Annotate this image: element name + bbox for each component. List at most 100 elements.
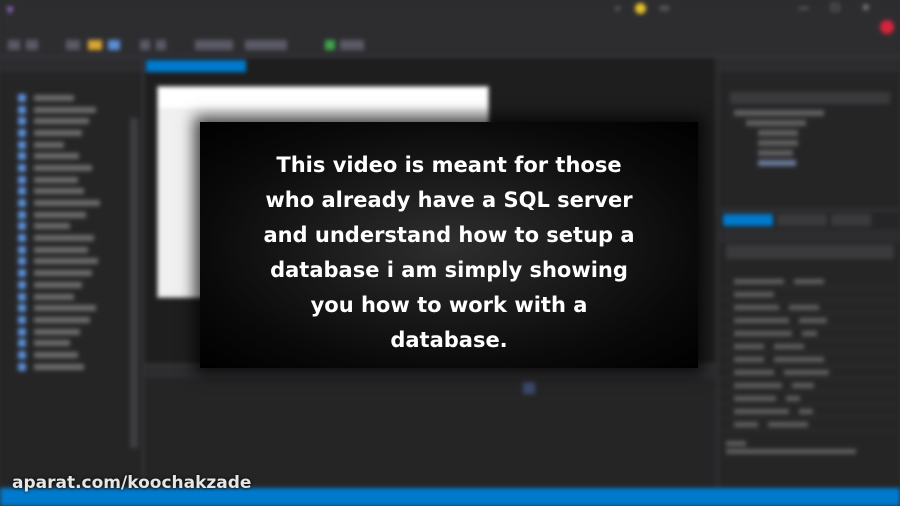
toolbox-item[interactable] [0,115,142,127]
toolbox-item[interactable] [0,279,142,291]
notification-icon[interactable] [634,3,646,14]
toolbar [0,36,900,57]
open-folder-icon[interactable] [88,40,102,50]
toolbox-item[interactable] [0,209,142,221]
property-row[interactable] [720,288,900,301]
toolbox-item[interactable] [0,104,142,116]
toolbox-item-label [34,200,100,207]
configuration-dropdown[interactable] [195,40,233,50]
property-name [734,317,789,323]
toolbox-item[interactable] [0,326,142,338]
toolbox-item-label [34,188,84,195]
toolbox-item[interactable] [0,150,142,162]
undo-icon[interactable] [140,40,150,50]
maximize-icon[interactable]: ☐ [831,3,840,14]
output-toolbar-icon[interactable] [523,382,535,394]
toolbox-item[interactable] [0,221,142,233]
property-name [734,330,792,336]
solution-explorer-panel [720,58,900,208]
toolbox-item[interactable] [0,314,142,326]
property-row[interactable] [720,405,900,418]
control-icon [18,315,26,324]
start-icon[interactable] [325,40,335,50]
toolbox-item[interactable] [0,361,142,373]
toolbox-item[interactable] [0,244,142,256]
toolbox-item[interactable] [0,127,142,139]
property-row[interactable] [720,314,900,327]
toolbox-item[interactable] [0,174,142,186]
solution-explorer-search[interactable] [730,92,890,104]
property-row[interactable] [720,301,900,314]
tab-team-explorer[interactable] [777,214,827,226]
toolbox-item-label [34,246,88,253]
tab-class-view[interactable] [831,214,871,226]
control-icon [18,140,26,149]
toolbox-item-label [34,293,74,300]
control-icon [18,362,26,371]
toolbox-item[interactable] [0,302,142,314]
toolbox-item[interactable] [0,232,142,244]
toolbox-item-label [34,351,78,358]
control-icon [18,339,26,348]
close-icon[interactable]: ✕ [862,3,870,14]
forward-icon[interactable] [26,40,38,50]
toolbox-search[interactable] [0,72,142,92]
control-icon [18,163,26,172]
tab-form-designer[interactable] [146,60,246,72]
toolbox-item[interactable] [0,349,142,361]
property-row[interactable] [720,327,900,340]
property-row[interactable] [720,392,900,405]
minimize-icon[interactable]: — [799,3,809,14]
filter-icon[interactable]: ⌕ [615,3,621,14]
tree-item[interactable] [734,110,824,116]
toolbox-item[interactable] [0,92,142,104]
tree-item[interactable] [758,160,796,166]
property-name [734,408,789,414]
control-icon [18,292,26,301]
tab-solution-explorer[interactable] [723,214,773,226]
start-button[interactable] [340,40,364,50]
toolbox-item[interactable] [0,267,142,279]
property-value [789,304,819,310]
account-badge-icon[interactable] [880,20,894,34]
tree-item[interactable] [746,120,806,126]
toolbox-item[interactable] [0,256,142,268]
property-value [792,382,814,388]
toolbox-item[interactable] [0,139,142,151]
window-controls: — ☐ ✕ [799,3,870,14]
toolbox-item[interactable] [0,162,142,174]
property-value [799,317,827,323]
toolbox-header [0,58,142,72]
quick-launch-icon[interactable]: ▭ [660,3,669,14]
toolbox-scrollbar[interactable] [130,118,138,448]
redo-icon[interactable] [156,40,166,50]
property-name [734,382,782,388]
property-row[interactable] [720,340,900,353]
property-row[interactable] [720,275,900,288]
save-icon[interactable] [108,40,120,50]
tree-item[interactable] [758,140,798,146]
property-row[interactable] [720,418,900,431]
object-selector[interactable] [726,245,894,259]
toolbox-item-label [34,340,70,347]
toolbox-item[interactable] [0,291,142,303]
toolbox-item-label [34,94,74,101]
property-name [734,343,764,349]
toolbox-item-label [34,118,89,125]
toolbox-item[interactable] [0,337,142,349]
new-file-icon[interactable] [66,40,80,50]
control-icon [18,327,26,336]
property-row[interactable] [720,366,900,379]
property-row[interactable] [720,379,900,392]
toolbox-item[interactable] [0,186,142,198]
tree-item[interactable] [758,150,793,156]
property-name [734,291,774,297]
platform-dropdown[interactable] [245,40,287,50]
back-icon[interactable] [8,40,20,50]
property-row[interactable] [720,353,900,366]
control-icon [18,128,26,137]
control-icon [18,280,26,289]
tree-item[interactable] [758,130,798,136]
toolbox-item-label [34,141,64,148]
toolbox-item[interactable] [0,197,142,209]
